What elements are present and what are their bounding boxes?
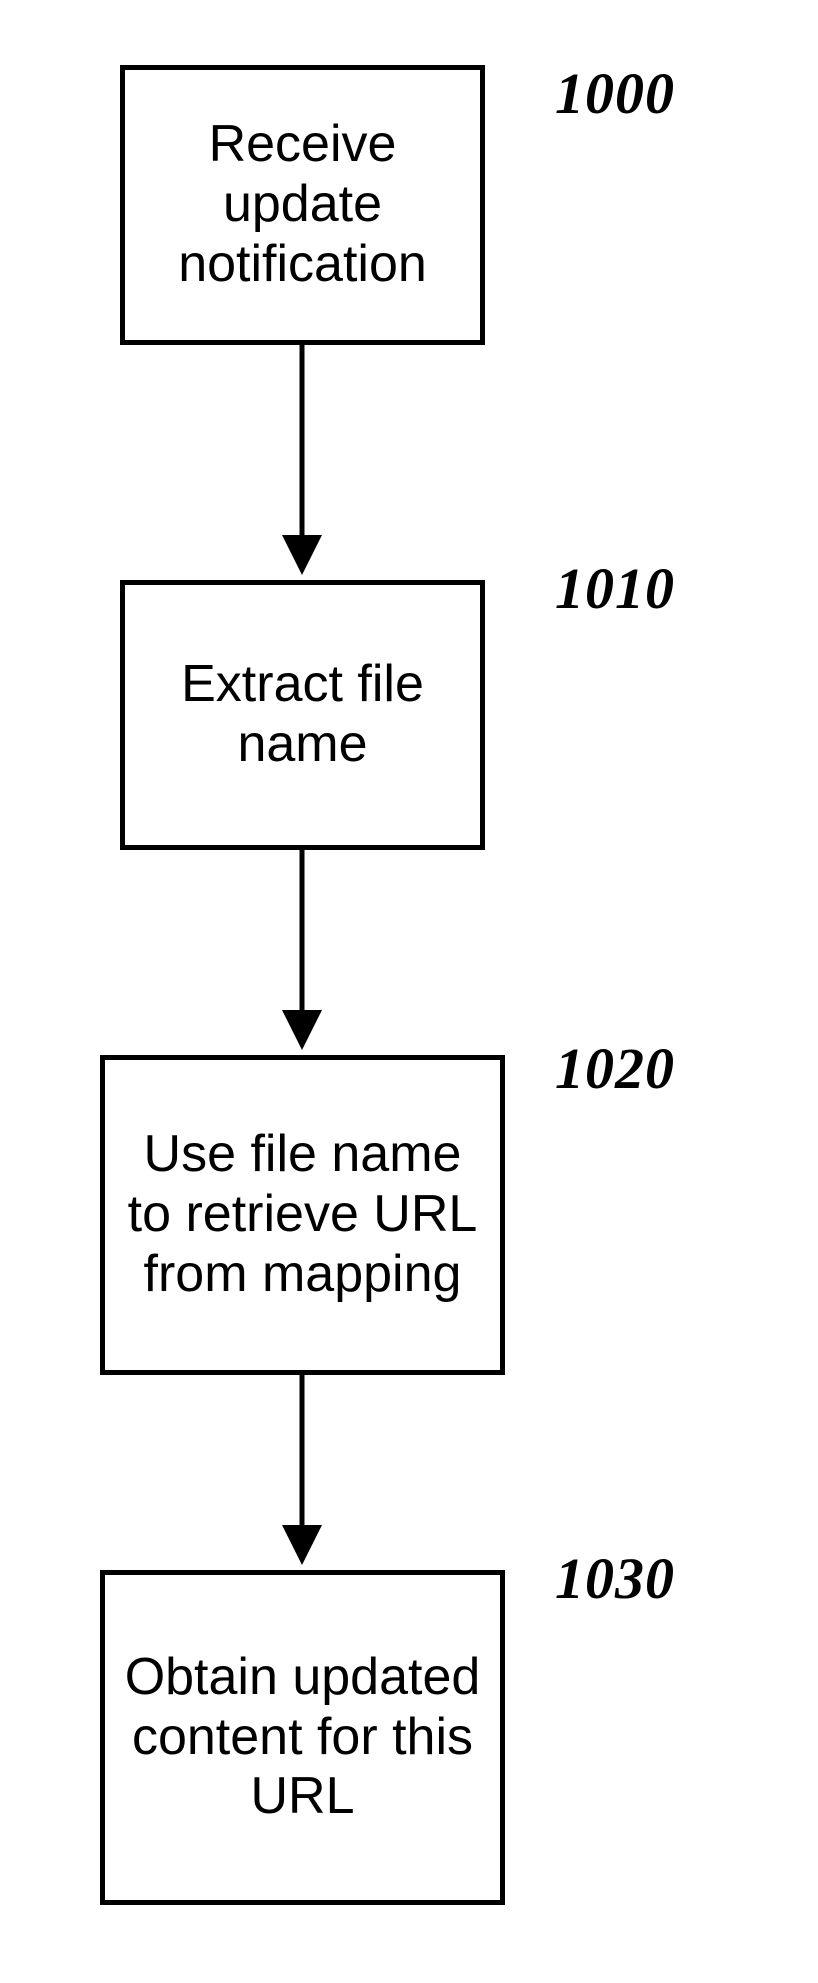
flowchart-node-1000: Receive update notification [120,65,485,345]
flowchart-node-ref-1000: 1000 [555,60,675,127]
flowchart-node-1010: Extract file name [120,580,485,850]
flowchart-node-text: Use file name to retrieve URL from mappi… [115,1125,490,1304]
flowchart-node-text: Extract file name [135,655,470,775]
flowchart-node-1030: Obtain updated content for this URL [100,1570,505,1905]
flowchart-node-1020: Use file name to retrieve URL from mappi… [100,1055,505,1375]
flowchart-node-ref-1010: 1010 [555,555,675,622]
flowchart-node-text: Receive update notification [135,115,470,294]
flowchart-node-text: Obtain updated content for this URL [115,1648,490,1827]
flowchart-node-ref-1030: 1030 [555,1545,675,1612]
flowchart-node-ref-1020: 1020 [555,1035,675,1102]
flowchart-canvas: Receive update notification 1000 Extract… [0,0,818,1983]
